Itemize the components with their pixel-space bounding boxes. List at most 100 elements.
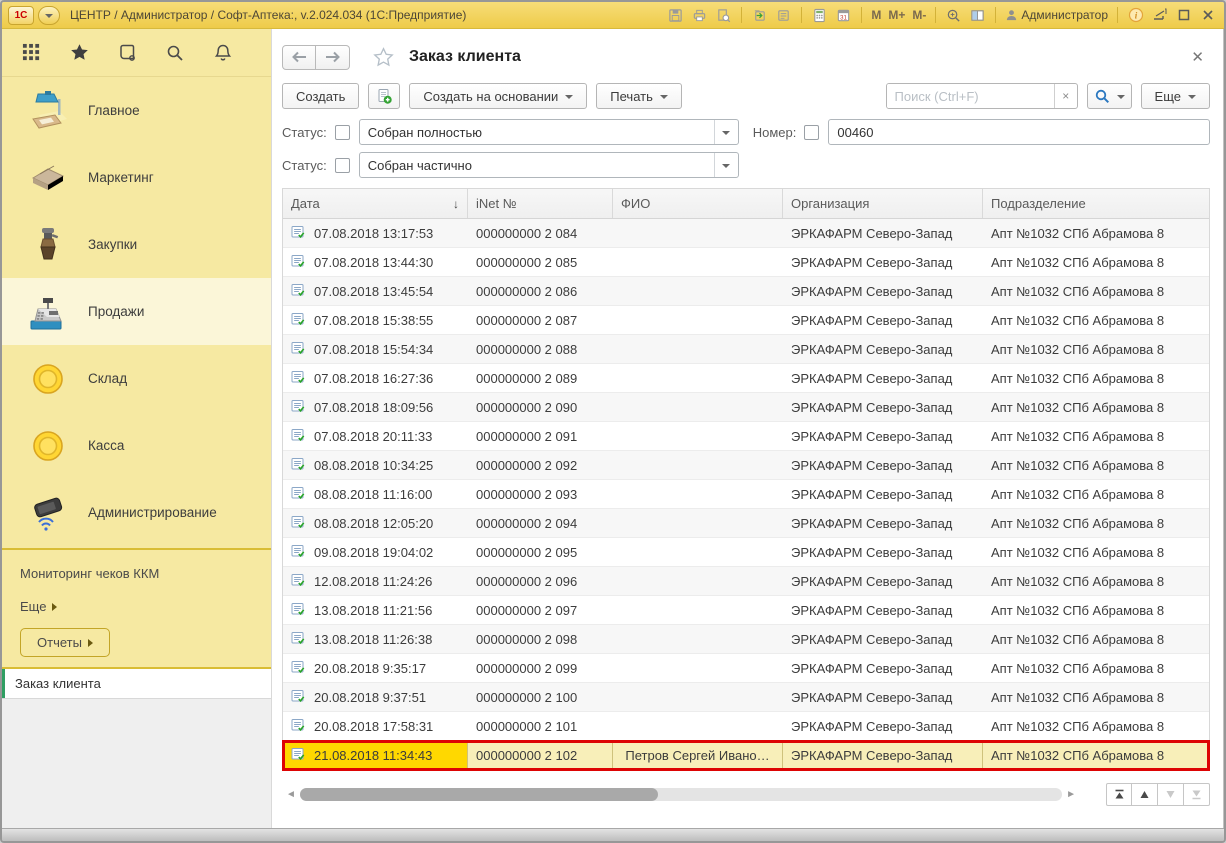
cell-dep[interactable]: Апт №1032 СПб Абрамова 8 (983, 480, 1209, 508)
cell-fio[interactable] (613, 364, 783, 392)
advanced-search-button[interactable] (1087, 83, 1132, 109)
cell-fio[interactable] (613, 683, 783, 711)
cell-dep[interactable]: Апт №1032 СПб Абрамова 8 (983, 712, 1209, 740)
table-row[interactable]: 07.08.2018 18:09:56000000000 2 090ЭРКАФА… (283, 393, 1209, 422)
cell-date[interactable]: 07.08.2018 20:11:33 (283, 422, 468, 450)
go-prev-button[interactable] (1132, 783, 1158, 806)
form-close-icon[interactable]: ✕ (1185, 48, 1210, 66)
status2-dropdown[interactable]: Собран частично (359, 152, 739, 178)
table-row[interactable]: 07.08.2018 13:17:53000000000 2 084ЭРКАФА… (283, 219, 1209, 248)
table-row[interactable]: 09.08.2018 19:04:02000000000 2 095ЭРКАФА… (283, 538, 1209, 567)
cell-dep[interactable]: Апт №1032 СПб Абрамова 8 (983, 306, 1209, 334)
cell-inet[interactable]: 000000000 2 102 (468, 741, 613, 769)
search-input[interactable] (887, 84, 1054, 108)
cell-inet[interactable]: 000000000 2 084 (468, 219, 613, 247)
memory-plus-button[interactable]: M+ (888, 8, 905, 22)
cell-fio[interactable] (613, 509, 783, 537)
cell-org[interactable]: ЭРКАФАРМ Северо-Запад (783, 393, 983, 421)
dock-window-icon[interactable] (1151, 7, 1168, 24)
calculator-icon[interactable] (811, 7, 828, 24)
cell-org[interactable]: ЭРКАФАРМ Северо-Запад (783, 480, 983, 508)
cell-fio[interactable] (613, 596, 783, 624)
cell-fio[interactable] (613, 219, 783, 247)
cell-org[interactable]: ЭРКАФАРМ Северо-Запад (783, 683, 983, 711)
cell-fio[interactable] (613, 654, 783, 682)
cell-dep[interactable]: Апт №1032 СПб Абрамова 8 (983, 741, 1209, 769)
sidebar-item-marketing[interactable]: Маркетинг (2, 144, 271, 211)
cell-dep[interactable]: Апт №1032 СПб Абрамова 8 (983, 277, 1209, 305)
cell-date[interactable]: 08.08.2018 12:05:20 (283, 509, 468, 537)
table-row[interactable]: 20.08.2018 9:37:51000000000 2 100ЭРКАФАР… (283, 683, 1209, 712)
horizontal-scrollbar[interactable] (300, 788, 1062, 801)
cell-date[interactable]: 07.08.2018 16:27:36 (283, 364, 468, 392)
cell-org[interactable]: ЭРКАФАРМ Северо-Запад (783, 306, 983, 334)
cell-dep[interactable]: Апт №1032 СПб Абрамова 8 (983, 567, 1209, 595)
cell-inet[interactable]: 000000000 2 092 (468, 451, 613, 479)
dropdown-arrow-icon[interactable] (714, 153, 738, 177)
cell-inet[interactable]: 000000000 2 087 (468, 306, 613, 334)
create-based-on-button[interactable]: Создать на основании (409, 83, 587, 109)
current-user[interactable]: Администратор (1005, 8, 1108, 22)
cell-org[interactable]: ЭРКАФАРМ Северо-Запад (783, 364, 983, 392)
cell-org[interactable]: ЭРКАФАРМ Северо-Запад (783, 277, 983, 305)
go-next-button[interactable] (1158, 783, 1184, 806)
cell-date[interactable]: 07.08.2018 18:09:56 (283, 393, 468, 421)
cell-fio[interactable] (613, 451, 783, 479)
save-icon[interactable] (667, 7, 684, 24)
cell-dep[interactable]: Апт №1032 СПб Абрамова 8 (983, 625, 1209, 653)
zoom-icon[interactable] (945, 7, 962, 24)
cell-inet[interactable]: 000000000 2 088 (468, 335, 613, 363)
cell-dep[interactable]: Апт №1032 СПб Абрамова 8 (983, 364, 1209, 392)
cell-date[interactable]: 08.08.2018 11:16:00 (283, 480, 468, 508)
cell-org[interactable]: ЭРКАФАРМ Северо-Запад (783, 451, 983, 479)
print-button[interactable]: Печать (596, 83, 682, 109)
number-checkbox[interactable] (804, 125, 819, 140)
table-row[interactable]: 20.08.2018 9:35:17000000000 2 099ЭРКАФАР… (283, 654, 1209, 683)
status1-dropdown[interactable]: Собран полностью (359, 119, 739, 145)
sidebar-item-glavnoe[interactable]: Главное (2, 77, 271, 144)
cell-org[interactable]: ЭРКАФАРМ Северо-Запад (783, 567, 983, 595)
cell-dep[interactable]: Апт №1032 СПб Абрамова 8 (983, 538, 1209, 566)
memory-button[interactable]: M (871, 8, 881, 22)
cell-date[interactable]: 09.08.2018 19:04:02 (283, 538, 468, 566)
cell-org[interactable]: ЭРКАФАРМ Северо-Запад (783, 335, 983, 363)
table-row[interactable]: 12.08.2018 11:24:26000000000 2 096ЭРКАФА… (283, 567, 1209, 596)
cell-fio[interactable] (613, 335, 783, 363)
cell-fio[interactable] (613, 567, 783, 595)
memory-minus-button[interactable]: M- (912, 8, 926, 22)
table-row[interactable]: 07.08.2018 15:38:55000000000 2 087ЭРКАФА… (283, 306, 1209, 335)
calendar-icon[interactable]: 31 (835, 7, 852, 24)
clear-search-icon[interactable]: × (1054, 84, 1077, 108)
cell-inet[interactable]: 000000000 2 085 (468, 248, 613, 276)
table-row[interactable]: 07.08.2018 13:45:54000000000 2 086ЭРКАФА… (283, 277, 1209, 306)
cell-fio[interactable]: Петров Сергей Ивано… (613, 741, 783, 769)
cell-inet[interactable]: 000000000 2 091 (468, 422, 613, 450)
cell-org[interactable]: ЭРКАФАРМ Северо-Запад (783, 509, 983, 537)
cell-org[interactable]: ЭРКАФАРМ Северо-Запад (783, 712, 983, 740)
main-menu-button[interactable] (38, 6, 60, 25)
cell-fio[interactable] (613, 306, 783, 334)
close-icon[interactable] (1199, 7, 1216, 24)
cell-inet[interactable]: 000000000 2 101 (468, 712, 613, 740)
table-row[interactable]: 08.08.2018 10:34:25000000000 2 092ЭРКАФА… (283, 451, 1209, 480)
table-row[interactable]: 08.08.2018 11:16:00000000000 2 093ЭРКАФА… (283, 480, 1209, 509)
table-row[interactable]: 07.08.2018 13:44:30000000000 2 085ЭРКАФА… (283, 248, 1209, 277)
file-import-icon[interactable] (751, 7, 768, 24)
column-header-date[interactable]: Дата↓ (283, 189, 468, 218)
dropdown-arrow-icon[interactable] (714, 120, 738, 144)
cell-org[interactable]: ЭРКАФАРМ Северо-Запад (783, 596, 983, 624)
cell-date[interactable]: 13.08.2018 11:26:38 (283, 625, 468, 653)
table-row[interactable]: 07.08.2018 20:11:33000000000 2 091ЭРКАФА… (283, 422, 1209, 451)
sidebar-item-kassa[interactable]: Касса (2, 412, 271, 479)
cell-date[interactable]: 21.08.2018 11:34:43 (283, 741, 468, 769)
cell-org[interactable]: ЭРКАФАРМ Северо-Запад (783, 625, 983, 653)
cell-dep[interactable]: Апт №1032 СПб Абрамова 8 (983, 248, 1209, 276)
cell-fio[interactable] (613, 277, 783, 305)
copy-button[interactable] (368, 83, 400, 109)
sidebar-item-zakupki[interactable]: Закупки (2, 211, 271, 278)
column-header-org[interactable]: Организация (783, 189, 983, 218)
table-row[interactable]: 13.08.2018 11:21:56000000000 2 097ЭРКАФА… (283, 596, 1209, 625)
cell-date[interactable]: 20.08.2018 9:35:17 (283, 654, 468, 682)
column-header-inet[interactable]: iNet № (468, 189, 613, 218)
split-view-icon[interactable] (969, 7, 986, 24)
